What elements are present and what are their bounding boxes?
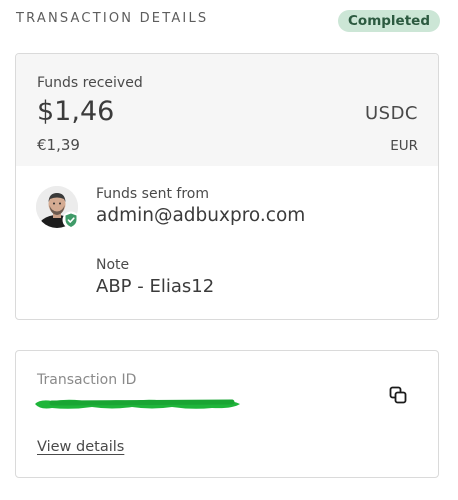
- view-details-link[interactable]: View details: [37, 439, 124, 455]
- sent-from-label: Funds sent from: [96, 186, 209, 202]
- note-label: Note: [96, 257, 130, 273]
- shield-check-icon: [62, 211, 80, 229]
- fiat-amount: €1,39: [37, 136, 80, 154]
- transaction-id-label: Transaction ID: [37, 372, 137, 388]
- funds-received-label: Funds received: [37, 75, 143, 91]
- amount-currency: USDC: [364, 103, 418, 124]
- page-title: TRANSACTION DETAILS: [16, 11, 209, 26]
- copy-icon[interactable]: [388, 385, 408, 405]
- sender-email: admin@adbuxpro.com: [96, 205, 306, 226]
- transaction-header: TRANSACTION DETAILS Completed: [16, 10, 440, 34]
- funds-summary: Funds received $1,46 USDC €1,39 EUR: [16, 54, 438, 166]
- status-badge: Completed: [338, 10, 440, 32]
- fiat-currency: EUR: [390, 138, 418, 154]
- amount-value: $1,46: [37, 96, 115, 127]
- note-value: ABP - Elias12: [96, 276, 215, 297]
- transaction-card: Transaction ID View details: [15, 350, 439, 478]
- funds-card: Funds received $1,46 USDC €1,39 EUR Fund…: [15, 53, 439, 320]
- transaction-id-redaction: [35, 399, 240, 409]
